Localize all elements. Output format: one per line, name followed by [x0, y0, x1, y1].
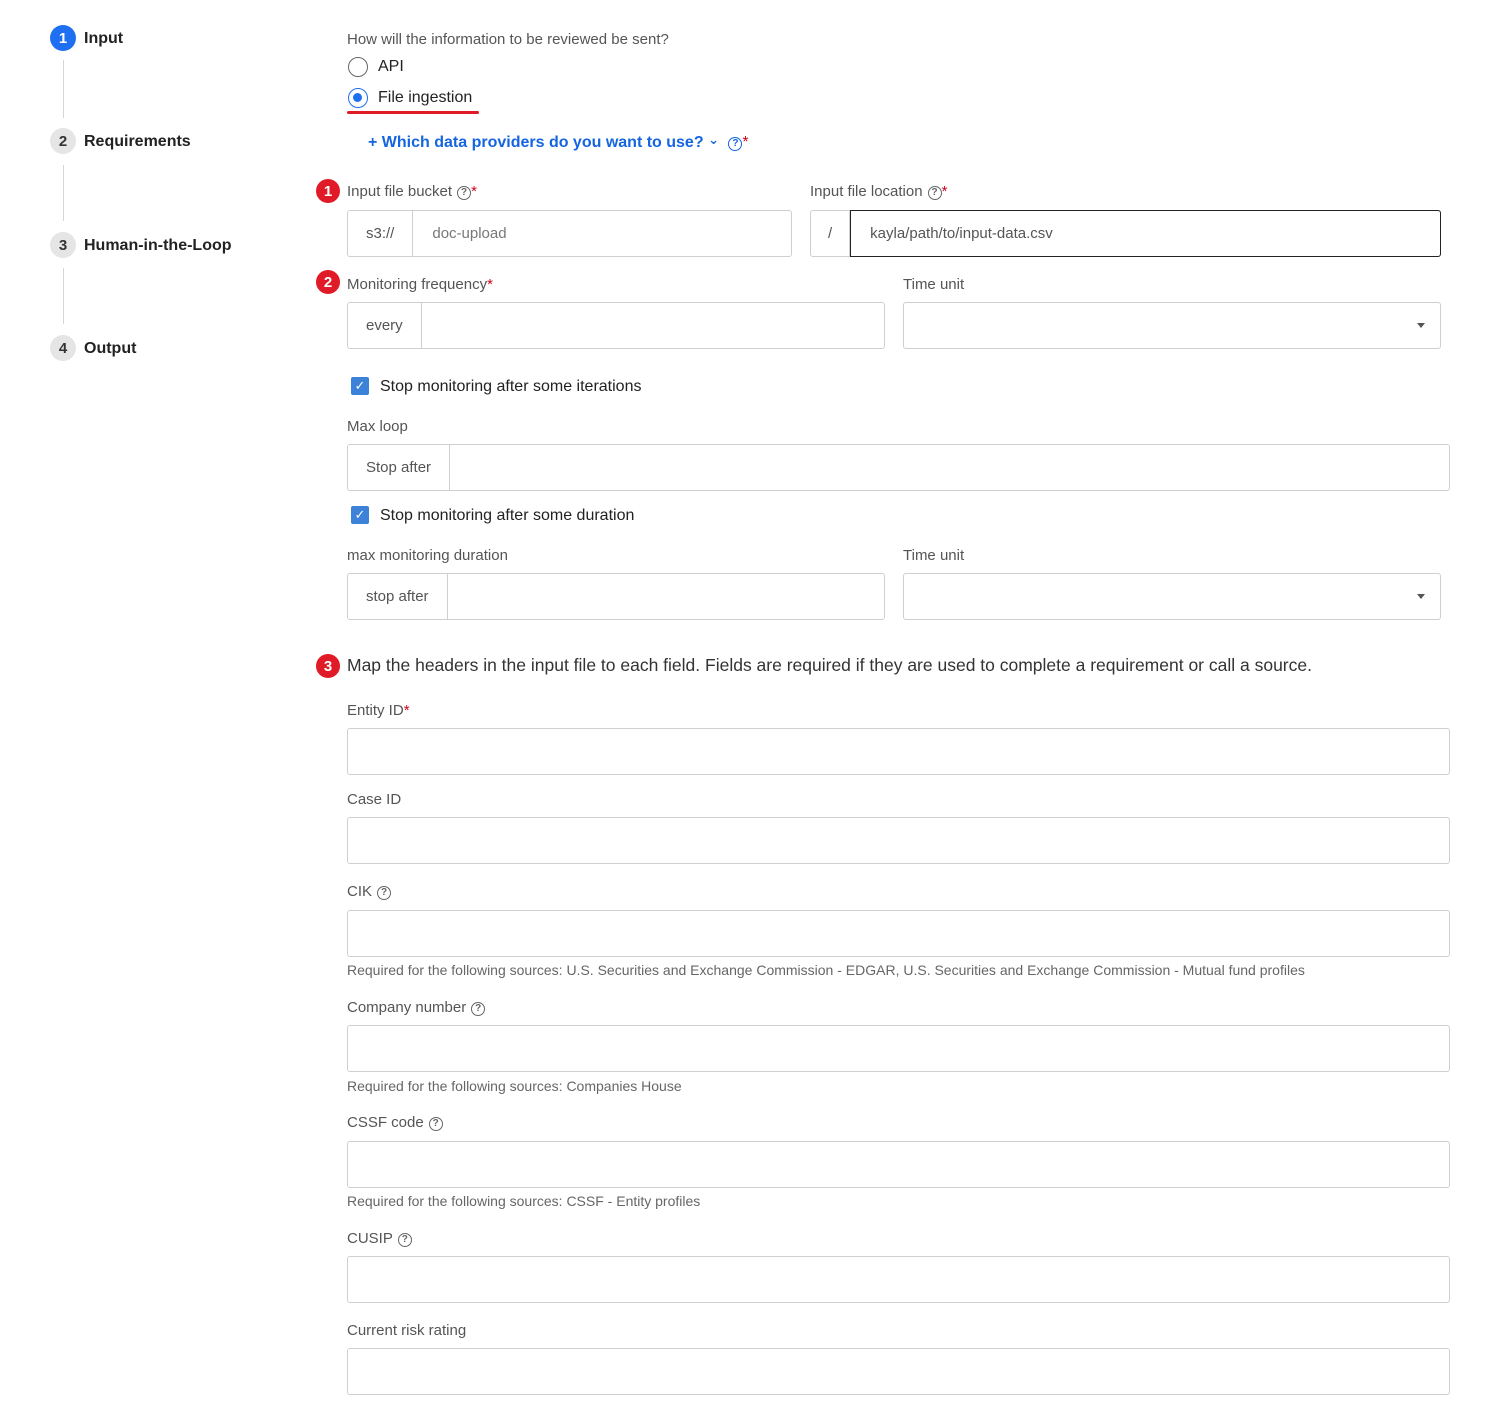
company-number-label: Company number? — [347, 999, 486, 1016]
monitoring-frequency-group: every — [347, 302, 885, 349]
max-loop-label: Max loop — [347, 418, 408, 435]
radio-file-ingestion[interactable] — [348, 88, 368, 108]
plus-icon: + — [368, 134, 378, 151]
bucket-prefix: s3:// — [348, 211, 414, 256]
check-icon: ✓ — [354, 378, 366, 393]
annotation-badge-3: 3 — [316, 654, 340, 678]
annotation-badge-2: 2 — [316, 270, 340, 294]
help-icon[interactable]: ? — [471, 1001, 486, 1016]
stop-iterations-checkbox[interactable]: ✓ — [351, 377, 369, 395]
duration-time-unit-label: Time unit — [903, 547, 965, 564]
help-icon[interactable]: ? — [397, 1232, 412, 1247]
step-4-label[interactable]: Output — [84, 340, 136, 358]
stop-duration-label[interactable]: Stop monitoring after some duration — [380, 507, 634, 525]
step-1-number[interactable]: 1 — [50, 25, 76, 51]
entity-id-label: Entity ID* — [347, 702, 410, 719]
annotation-badge-1: 1 — [316, 179, 340, 203]
step-4-number[interactable]: 4 — [50, 335, 76, 361]
help-icon[interactable]: ? — [457, 185, 472, 200]
stepper-connector — [63, 165, 64, 221]
cssf-code-field[interactable] — [347, 1141, 1450, 1188]
selection-underline — [347, 111, 479, 114]
input-file-bucket-group: s3:// doc-upload — [347, 210, 792, 257]
caret-down-icon — [1417, 323, 1425, 328]
max-monitoring-duration-label: max monitoring duration — [347, 547, 508, 564]
monitoring-frequency-field[interactable] — [422, 303, 884, 348]
duration-time-unit-select[interactable] — [903, 573, 1441, 620]
max-monitoring-duration-group: stop after — [347, 573, 885, 620]
caret-down-icon — [1417, 594, 1425, 599]
cusip-label: CUSIP? — [347, 1230, 412, 1247]
monitoring-prefix: every — [348, 303, 422, 348]
step-3-label[interactable]: Human-in-the-Loop — [84, 237, 232, 255]
radio-api-label[interactable]: API — [378, 58, 404, 76]
mapping-heading: Map the headers in the input file to eac… — [347, 655, 1312, 675]
radio-api[interactable] — [348, 57, 368, 77]
input-file-location-label: Input file location? * — [810, 183, 948, 200]
input-file-bucket-field[interactable]: doc-upload — [413, 211, 791, 256]
monitoring-frequency-label: Monitoring frequency* — [347, 276, 493, 293]
max-loop-prefix: Stop after — [348, 445, 451, 490]
cusip-field[interactable] — [347, 1256, 1450, 1303]
max-loop-group: Stop after — [347, 444, 1450, 491]
help-icon[interactable]: ? — [927, 185, 942, 200]
stepper-connector — [63, 60, 64, 118]
cik-field[interactable] — [347, 910, 1450, 957]
entity-id-field[interactable] — [347, 728, 1450, 775]
location-prefix: / — [811, 211, 851, 256]
max-monitoring-duration-field[interactable] — [448, 574, 884, 619]
input-file-location-group: / kayla/path/to/input-data.csv — [810, 210, 1441, 257]
radio-file-ingestion-label[interactable]: File ingestion — [378, 89, 472, 107]
cik-hint: Required for the following sources: U.S.… — [347, 962, 1305, 978]
step-2-label[interactable]: Requirements — [84, 133, 191, 151]
required-mark: * — [742, 134, 749, 151]
max-loop-field[interactable] — [450, 445, 1449, 490]
help-icon[interactable]: ? — [428, 1116, 443, 1131]
step-3-number[interactable]: 3 — [50, 232, 76, 258]
cssf-code-hint: Required for the following sources: CSSF… — [347, 1193, 701, 1209]
case-id-field[interactable] — [347, 817, 1450, 864]
help-icon[interactable]: ? — [377, 885, 392, 900]
company-number-field[interactable] — [347, 1025, 1450, 1072]
case-id-label: Case ID — [347, 791, 402, 808]
time-unit-label: Time unit — [903, 276, 965, 293]
stop-iterations-label[interactable]: Stop monitoring after some iterations — [380, 378, 641, 396]
cik-label: CIK? — [347, 883, 392, 900]
current-risk-rating-field[interactable] — [347, 1348, 1450, 1395]
check-icon: ✓ — [354, 507, 366, 522]
time-unit-select[interactable] — [903, 302, 1441, 349]
input-file-location-field[interactable]: kayla/path/to/input-data.csv — [850, 210, 1441, 257]
cssf-code-label: CSSF code? — [347, 1114, 443, 1131]
data-providers-text: Which data providers do you want to use? — [381, 134, 704, 151]
company-number-hint: Required for the following sources: Comp… — [347, 1078, 682, 1094]
stepper-connector — [63, 268, 64, 324]
help-icon[interactable]: ? — [728, 136, 743, 151]
delivery-question: How will the information to be reviewed … — [347, 31, 669, 48]
duration-prefix: stop after — [348, 574, 448, 619]
chevron-down-icon: ⌄ — [708, 132, 719, 147]
input-file-bucket-label: Input file bucket? * — [347, 183, 477, 200]
stop-duration-checkbox[interactable]: ✓ — [351, 506, 369, 524]
step-2-number[interactable]: 2 — [50, 128, 76, 154]
current-risk-rating-label: Current risk rating — [347, 1322, 467, 1339]
step-1-label[interactable]: Input — [84, 30, 123, 48]
data-providers-link[interactable]: + Which data providers do you want to us… — [368, 132, 749, 152]
